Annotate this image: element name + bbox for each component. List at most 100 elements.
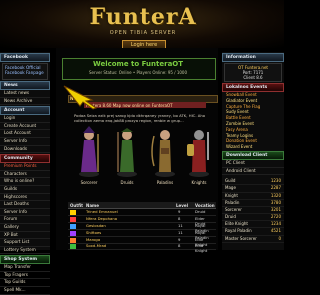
hero-paladin[interactable]	[150, 126, 180, 178]
table-row[interactable]: Trined Emnanuel 9 Druid	[68, 209, 216, 216]
player-vocation: Elite Knight	[195, 243, 208, 253]
right-sidebar: Information OT Funtera.net Port: 7171 Cl…	[222, 52, 284, 250]
menu-last-deaths[interactable]: Last Deaths	[0, 201, 50, 209]
welcome-title: Welcome to FunteraOT	[92, 60, 184, 68]
stat-value: 3780	[270, 199, 281, 205]
menu-downloads[interactable]: Downloads	[0, 146, 50, 154]
stat-label: Druid	[225, 214, 236, 220]
stat-row: Druid 2720	[222, 214, 284, 222]
facebook-fanpage-link[interactable]: Facebook Fanpage	[5, 70, 45, 75]
table-row[interactable]: Nfera Depohana 8 Elder Druid	[68, 216, 216, 226]
site-tagline: OPEN TIBIA SERVER	[109, 30, 177, 36]
menu-support-list[interactable]: Support List	[0, 239, 50, 247]
stat-label: Mage	[225, 185, 236, 191]
pointer-arrow-icon	[63, 85, 98, 110]
menu-server-info-2[interactable]: Server Info	[0, 209, 50, 217]
player-name[interactable]: Maroga	[86, 237, 100, 242]
menu-gallery[interactable]: Gallery	[0, 224, 50, 232]
menu-premium-points[interactable]: Premium Points	[0, 163, 50, 171]
player-name[interactable]: Geslosdan	[86, 223, 106, 228]
outfit-icon	[70, 243, 76, 249]
site-logo[interactable]: FunterA	[88, 4, 198, 30]
menu-highscores[interactable]: Highscores	[0, 194, 50, 202]
menu-characters[interactable]: Characters	[0, 171, 50, 179]
menu-lost-account[interactable]: Lost Account	[0, 130, 50, 138]
outfit-icon	[70, 237, 76, 243]
event-item[interactable]: Wizard Event	[222, 144, 284, 150]
download-pc-link[interactable]: PC Client	[222, 160, 284, 168]
menu-xp-bot[interactable]: XP Bot	[0, 232, 50, 240]
stat-row: Elite Knight 1234	[222, 221, 284, 229]
stat-label: Elite Knight	[225, 221, 248, 227]
stat-row: Knight 1320	[222, 193, 284, 200]
player-level: 9	[178, 209, 181, 214]
facebook-box[interactable]: Facebook Official Facebook Fanpage	[2, 63, 48, 80]
menu-news-archive[interactable]: News Archive	[0, 98, 50, 106]
download-android-link[interactable]: Android Client	[222, 168, 284, 176]
player-level: 8	[178, 216, 181, 221]
player-name[interactable]: Trined Emnanuel	[86, 209, 118, 214]
sorcerer-figure-icon	[79, 126, 99, 177]
stat-row: Sorcerer 3201	[222, 207, 284, 215]
menu-server-info[interactable]: Server Info	[0, 138, 50, 146]
hero-label-knight: Knights	[191, 180, 207, 185]
stat-value: 4521	[270, 228, 281, 234]
outfit-icon	[70, 230, 76, 236]
menu-latest-news[interactable]: Latest news	[0, 90, 50, 98]
stat-value: 2287	[270, 185, 281, 191]
paladin-figure-icon	[151, 130, 175, 177]
table-row[interactable]: Geslosdan 11 Royal Paladin	[68, 223, 216, 233]
player-name[interactable]: Nfera Depohana	[86, 216, 117, 221]
stat-value: 1230	[270, 178, 281, 184]
stat-label: Master Sorcerer	[225, 235, 257, 241]
druid-figure-icon	[117, 128, 137, 177]
outfit-icon	[70, 223, 76, 229]
stat-label: Royal Paladin	[225, 228, 252, 234]
outfit-icon	[70, 216, 76, 222]
info-head: Information	[222, 53, 284, 62]
vocation-showcase: Sorcerer Druids Paladins Knights	[72, 126, 216, 188]
stat-label: Guild	[225, 178, 236, 184]
stat-row: Royal Paladin 4521	[222, 228, 284, 236]
menu-forum[interactable]: Forum	[0, 216, 50, 224]
th-name: Name	[86, 202, 99, 208]
info-box: OT Funtera.net Port: 7171 Client 8.6	[224, 63, 282, 82]
player-name[interactable]: Soxd-Mrad	[86, 243, 106, 248]
hero-label-sorcerer: Sorcerer	[80, 180, 98, 185]
menu-guilds[interactable]: Guilds	[0, 186, 50, 194]
stat-label: Paladin	[225, 199, 240, 205]
th-level: Level	[176, 202, 188, 208]
table-row[interactable]: Soxd-Mrad 8 Elite Knight	[68, 243, 216, 253]
download-head: Download Client	[222, 150, 284, 160]
table-row[interactable]: Shiftoes 11 Royal Paladin	[68, 230, 216, 240]
stat-row: Guild 1230	[222, 178, 284, 186]
menu-who-online[interactable]: Who is online?	[0, 178, 50, 186]
hero-knight[interactable]	[184, 126, 214, 178]
stat-label: Knight	[225, 192, 238, 198]
info-line-3: Client 8.6	[243, 75, 263, 80]
server-status-line: Server Status: Online • Players Online: …	[88, 70, 188, 75]
hero-druid[interactable]	[112, 126, 142, 178]
menu-spell[interactable]: Spell Mk...	[0, 287, 50, 295]
menu-top-guilds[interactable]: Top Guilds	[0, 279, 50, 288]
shop-menu-head: Shop System	[0, 255, 50, 265]
player-level: 9	[178, 237, 181, 242]
stat-row: Master Sorcerer 0	[222, 236, 284, 243]
account-menu-head: Account	[0, 106, 50, 116]
player-level: 8	[178, 243, 181, 248]
hero-sorcerer[interactable]	[74, 126, 104, 178]
player-name[interactable]: Shiftoes	[86, 230, 101, 235]
stat-row: Paladin 3780	[222, 200, 284, 207]
menu-login[interactable]: Login	[0, 115, 50, 123]
community-menu-head: Community	[0, 154, 50, 164]
facebook-head: Facebook	[0, 53, 50, 62]
player-level: 11	[178, 230, 183, 235]
events-head: Lokalnos Events	[222, 83, 284, 92]
menu-top-fragers[interactable]: Top Fragers	[0, 272, 50, 280]
menu-map-transfer[interactable]: Map Transfer	[0, 264, 50, 272]
menu-lottery[interactable]: Lottery System	[0, 247, 50, 255]
knight-figure-icon	[187, 130, 209, 177]
stat-value: 2720	[270, 214, 281, 220]
player-vocation: Druid	[195, 209, 206, 214]
menu-create-account[interactable]: Create Account	[0, 123, 50, 131]
